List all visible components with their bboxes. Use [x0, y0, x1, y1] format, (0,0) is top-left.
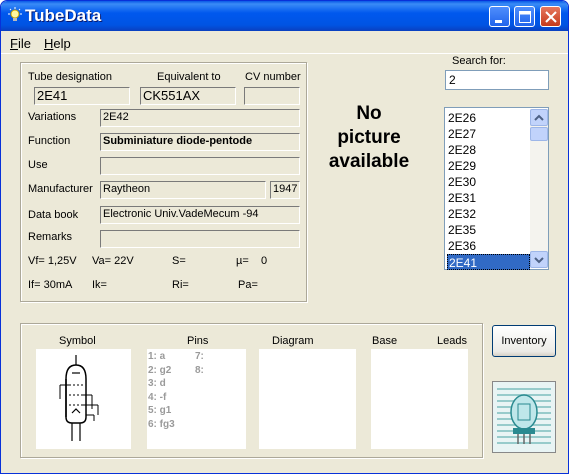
lightbulb-icon — [8, 7, 22, 21]
equivalent-field[interactable]: CK551AX — [140, 87, 236, 105]
menu-file[interactable]: File — [10, 36, 31, 51]
list-item[interactable]: 2E27 — [447, 126, 530, 142]
tube-designation-field[interactable]: 2E41 — [34, 87, 130, 105]
list-item[interactable]: 2E36 — [447, 238, 530, 254]
app-window: TubeData File Help Tube designation Equi… — [0, 0, 569, 474]
vf-value: Vf= 1,25V — [28, 255, 77, 267]
menu-help[interactable]: Help — [44, 36, 71, 51]
remarks-label: Remarks — [28, 231, 73, 243]
diagram-label: Diagram — [272, 335, 314, 347]
close-icon — [545, 11, 557, 23]
scroll-up-icon — [534, 114, 544, 121]
year-field[interactable]: 1947 — [270, 181, 300, 199]
search-label: Search for: — [452, 55, 506, 67]
mu-label: µ= — [236, 255, 249, 267]
function-label: Function — [28, 135, 71, 147]
list-item[interactable]: 2E32 — [447, 206, 530, 222]
databook-label: Data book — [28, 209, 79, 221]
databook-field[interactable]: Electronic Univ.VadeMecum -94 — [100, 206, 300, 224]
tube-designation-label: Tube designation — [28, 71, 112, 83]
manufacturer-label: Manufacturer — [28, 183, 93, 195]
ri-value: Ri= — [172, 279, 189, 291]
equivalent-label: Equivalent to — [157, 71, 221, 83]
no-picture-text: No picture available — [319, 102, 419, 174]
va-value: Va= 22V — [92, 255, 134, 267]
leads-label: Leads — [437, 335, 467, 347]
pins-label: Pins — [187, 335, 209, 347]
s-value: S= — [172, 255, 186, 267]
base-leads-panel — [371, 349, 468, 449]
maximize-button[interactable] — [514, 6, 535, 27]
list-item[interactable]: 2E35 — [447, 222, 530, 238]
title-bar[interactable]: TubeData — [1, 1, 568, 31]
scroll-up-button[interactable] — [530, 109, 548, 126]
no-picture-line2: picture — [337, 127, 401, 148]
menu-help-label: elp — [53, 36, 71, 51]
symbol-panel — [36, 349, 131, 449]
list-item[interactable]: 2E30 — [447, 174, 530, 190]
mu-value: 0 — [261, 255, 268, 267]
inventory-button[interactable]: Inventory — [492, 325, 556, 357]
variations-field[interactable]: 2E42 — [100, 109, 300, 127]
pin-label: 8: — [195, 364, 204, 376]
scroll-down-button[interactable] — [530, 251, 548, 268]
menu-bar: File Help — [1, 32, 568, 54]
list-item[interactable]: 2E29 — [447, 158, 530, 174]
app-logo — [492, 381, 556, 453]
no-picture-line1: No — [356, 103, 382, 124]
pin-label: 2: g2 — [148, 364, 172, 376]
list-item[interactable]: 2E41 — [447, 254, 530, 270]
ik-value: Ik= — [92, 279, 107, 291]
pin-label: 4: -f — [148, 391, 167, 403]
base-label: Base — [372, 335, 398, 347]
function-field[interactable]: Subminiature diode-pentode — [100, 133, 300, 151]
minimize-button[interactable] — [489, 6, 510, 27]
if-value: If= 30mA — [28, 279, 73, 291]
minimize-icon — [495, 20, 502, 23]
list-item[interactable]: 2E31 — [447, 190, 530, 206]
tube-listbox[interactable]: 2E26 2E27 2E28 2E29 2E30 2E31 2E32 2E35 2E36 2E41 — [444, 107, 549, 270]
maximize-icon — [519, 11, 531, 23]
menu-file-mnemonic: F — [10, 36, 18, 51]
scroll-thumb[interactable] — [530, 127, 548, 141]
diagram-panel — [259, 349, 356, 449]
symbol-label: Symbol — [59, 335, 96, 347]
pin-label: 6: fg3 — [148, 418, 175, 430]
tube-logo-icon — [493, 382, 555, 452]
manufacturer-field[interactable]: Raytheon — [100, 181, 266, 199]
list-scrollbar[interactable] — [530, 109, 548, 268]
pin-label: 5: g1 — [148, 405, 172, 416]
remarks-field[interactable] — [100, 230, 300, 248]
search-input[interactable]: 2 — [445, 70, 549, 90]
pa-value: Pa= — [238, 279, 258, 291]
pin-label: 7: — [195, 351, 204, 362]
list-item[interactable]: 2E28 — [447, 142, 530, 158]
pins-panel: 1: a 2: g2 3: d 4: -f 5: g1 6: fg3 7: 8: — [147, 349, 246, 449]
pin-label: 3: d — [148, 378, 166, 389]
scroll-down-icon — [534, 257, 544, 264]
menu-help-mnemonic: H — [44, 36, 54, 51]
window-title: TubeData — [25, 6, 102, 25]
use-label: Use — [28, 159, 48, 171]
variations-label: Variations — [28, 111, 77, 123]
menu-file-label: ile — [17, 36, 31, 51]
use-field[interactable] — [100, 157, 300, 175]
cv-number-label: CV number — [245, 71, 301, 83]
list-item[interactable]: 2E26 — [447, 110, 530, 126]
cv-number-field[interactable] — [244, 87, 300, 105]
tube-symbol-icon — [59, 355, 99, 441]
close-button[interactable] — [540, 6, 561, 27]
pin-label: 1: a — [148, 351, 166, 362]
no-picture-line3: available — [328, 151, 410, 172]
